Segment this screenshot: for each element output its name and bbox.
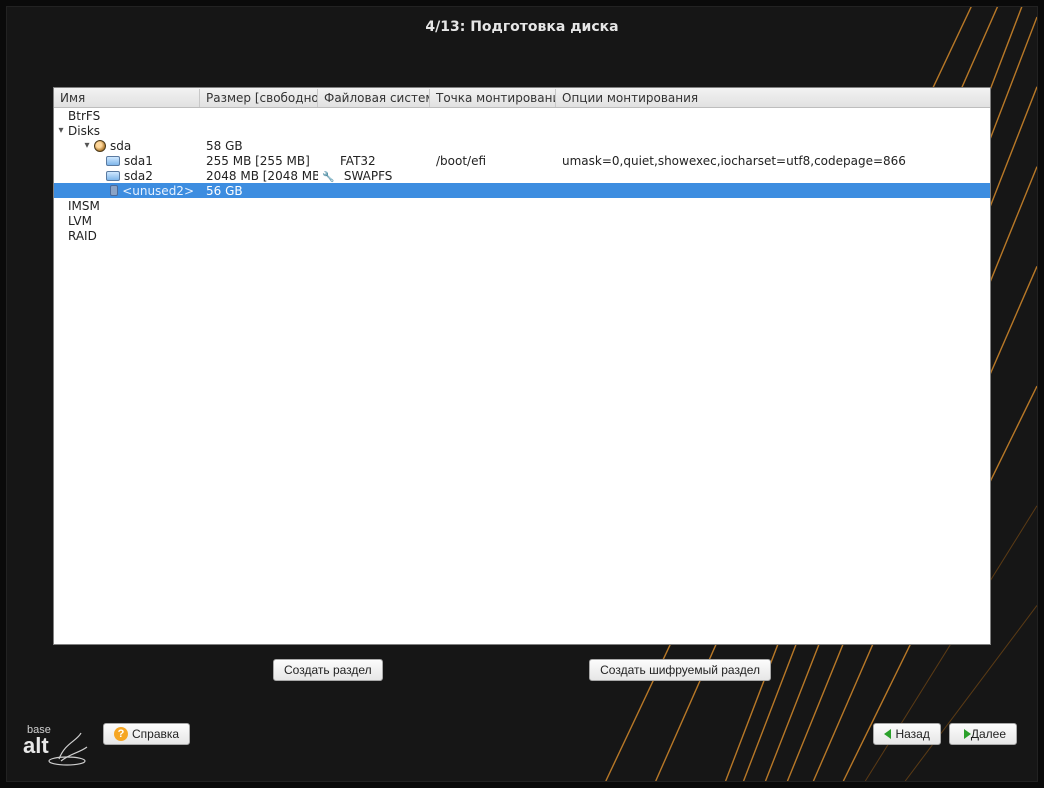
partition-panel: Имя Размер [свободно] Файловая система Т…: [53, 87, 991, 645]
tree-node-imsm[interactable]: IMSM: [54, 198, 990, 213]
disk-icon: [94, 140, 106, 152]
col-mount[interactable]: Точка монтирования: [430, 89, 556, 107]
tree-node-lvm[interactable]: LVM: [54, 213, 990, 228]
label: RAID: [68, 229, 97, 243]
col-name[interactable]: Имя: [54, 89, 200, 107]
arrow-right-icon: [964, 729, 971, 739]
size: 255 MB [255 MB]: [200, 154, 318, 168]
mount: /boot/efi: [430, 154, 556, 168]
col-opts[interactable]: Опции монтирования: [556, 89, 990, 107]
tree-node-disks[interactable]: ▾ Disks: [54, 123, 990, 138]
opts: umask=0,quiet,showexec,iocharset=utf8,co…: [556, 154, 990, 168]
tree-node-btrfs[interactable]: BtrFS: [54, 108, 990, 123]
tree-header: Имя Размер [свободно] Файловая система Т…: [54, 88, 990, 108]
back-label: Назад: [895, 727, 929, 741]
label: BtrFS: [68, 109, 100, 123]
label: sda: [110, 139, 131, 153]
col-fs[interactable]: Файловая система: [318, 89, 430, 107]
partition-icon: [106, 156, 120, 166]
tree-body: BtrFS ▾ Disks ▾ sda 58 GB sda1: [54, 108, 990, 243]
col-size[interactable]: Размер [свободно]: [200, 89, 318, 107]
partition-icon: [106, 171, 120, 181]
fs: 🔧 SWAPFS: [318, 169, 430, 183]
collapse-icon[interactable]: ▾: [56, 125, 66, 136]
size: 56 GB: [200, 184, 318, 198]
collapse-icon[interactable]: ▾: [82, 140, 92, 151]
next-button[interactable]: Далее: [949, 723, 1017, 745]
label: Disks: [68, 124, 100, 138]
key-icon: 🔧: [322, 172, 336, 183]
arrow-left-icon: [884, 729, 891, 739]
tree-node-raid[interactable]: RAID: [54, 228, 990, 243]
label: LVM: [68, 214, 92, 228]
tree-node-sda1[interactable]: sda1 255 MB [255 MB] FAT32 /boot/efi uma…: [54, 153, 990, 168]
tree-node-unused[interactable]: <unused2> 56 GB: [54, 183, 990, 198]
back-button[interactable]: Назад: [873, 723, 940, 745]
basealt-logo: base alt: [21, 719, 93, 767]
help-icon: ?: [114, 727, 128, 741]
page-title: 4/13: Подготовка диска: [7, 7, 1037, 43]
tree-node-sda[interactable]: ▾ sda 58 GB: [54, 138, 990, 153]
help-label: Справка: [132, 727, 179, 741]
label: <unused2>: [122, 184, 194, 198]
help-button[interactable]: ? Справка: [103, 723, 190, 745]
tree-node-sda2[interactable]: sda2 2048 MB [2048 MB] 🔧 SWAPFS: [54, 168, 990, 183]
size: 58 GB: [200, 139, 318, 153]
size: 2048 MB [2048 MB]: [200, 169, 318, 183]
unused-icon: [110, 185, 118, 196]
next-label: Далее: [971, 727, 1006, 741]
svg-text:alt: alt: [23, 733, 49, 758]
label: sda2: [124, 169, 153, 183]
label: IMSM: [68, 199, 100, 213]
fs: FAT32: [318, 154, 430, 168]
label: sda1: [124, 154, 153, 168]
create-encrypted-partition-button[interactable]: Создать шифруемый раздел: [589, 659, 771, 681]
create-partition-button[interactable]: Создать раздел: [273, 659, 383, 681]
